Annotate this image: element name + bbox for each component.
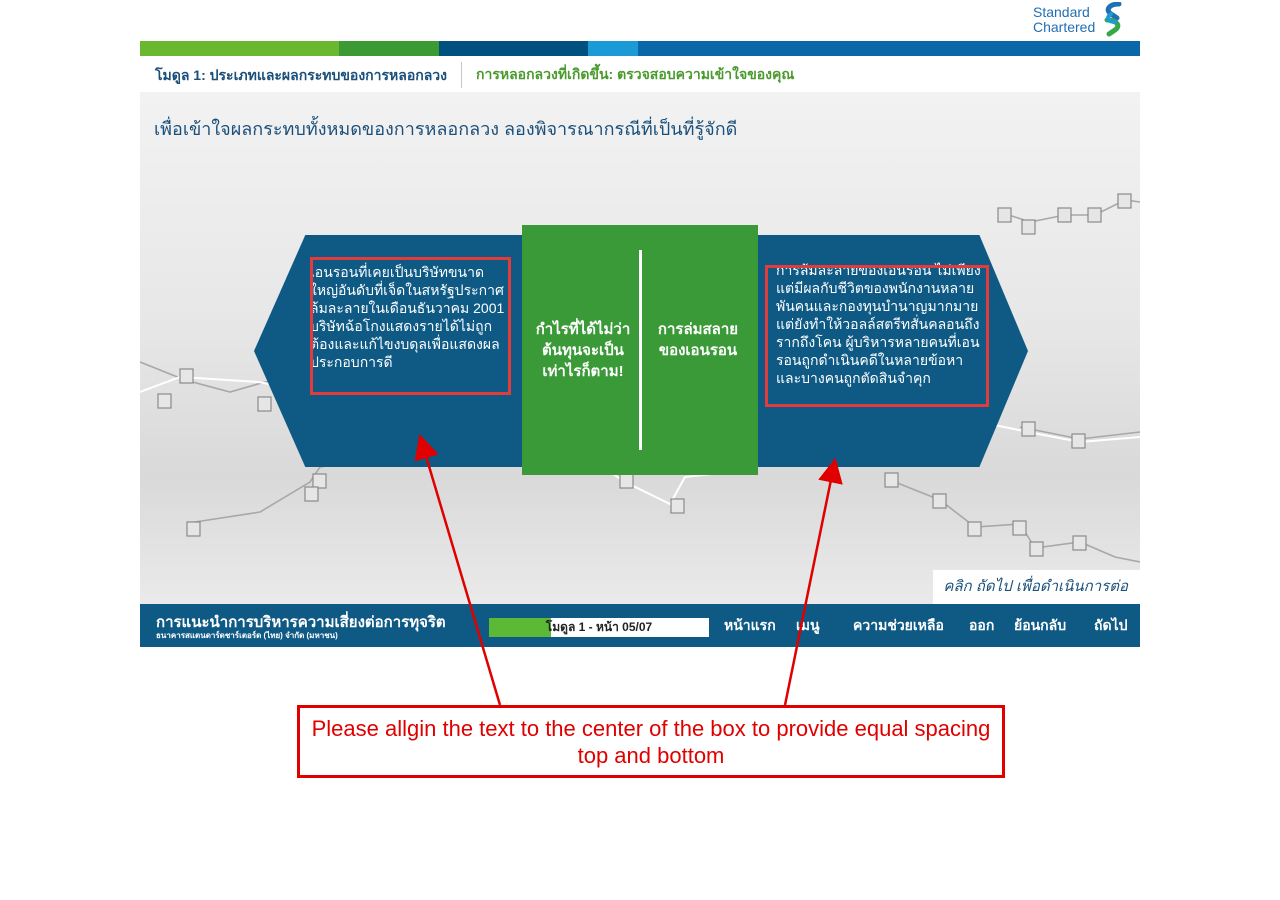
content-stage: เพื่อเข้าใจผลกระทบทั้งหมดของการหลอกลวง ล… [140,92,1140,604]
stripe-segment [439,41,588,56]
stripe-segment [638,41,1140,56]
progress-label: โมดูล 1 - หน้า 05/07 [545,620,653,634]
nav-exit-button[interactable]: ออก [969,604,994,647]
nav-next-button[interactable]: ถัดไป [1094,604,1128,647]
stage-title: เพื่อเข้าใจผลกระทบทั้งหมดของการหลอกลวง ล… [154,119,738,139]
brand-name: Standard Chartered [1033,5,1095,35]
nav-help-button[interactable]: ความช่วยเหลือ [853,604,944,647]
stripe-segment [339,41,439,56]
course-navigation-bar: การแนะนำการบริหารความเสี่ยงต่อการทุจริต … [140,604,1140,647]
profit-at-any-cost-text: กำไรที่ได้ไม่ว่าต้นทุนจะเป็นเท่าไรก็ตาม! [535,321,631,380]
left-text-highlight [310,257,511,395]
continue-prompt: คลิก ถัดไป เพื่อดำเนินการต่อ [933,570,1140,604]
stripe-segment [588,41,638,56]
nav-menu-button[interactable]: เมนู [796,604,820,647]
standard-chartered-logo-icon [1104,2,1122,37]
brand-name-line1: Standard [1033,4,1090,20]
review-comment-box: Please allgin the text to the center of … [297,705,1005,778]
enron-collapse-text: การล่มสลายของเอนรอน [657,321,739,359]
breadcrumb-module: โมดูล 1: ประเภทและผลกระทบของการหลอกลวง [140,61,462,88]
review-comment-text: Please allgin the text to the center of … [311,715,991,768]
breadcrumb-page: การหลอกลวงที่เกิดขึ้น: ตรวจสอบความเข้าใจ… [476,65,795,82]
brand-name-line2: Chartered [1033,19,1096,35]
brand-logo: Standard Chartered [1033,2,1125,38]
progress-bar: โมดูล 1 - หน้า 05/07 [489,618,709,637]
right-text-highlight [765,265,989,407]
center-divider [639,250,642,450]
nav-home-button[interactable]: หน้าแรก [724,604,776,647]
brand-color-stripe [140,41,1140,56]
stripe-segment [140,41,339,56]
course-subtitle: ธนาคารสแตนดาร์ดชาร์เตอร์ด (ไทย) จำกัด (ม… [156,631,338,640]
breadcrumb: โมดูล 1: ประเภทและผลกระทบของการหลอกลวง ก… [140,57,1140,92]
center-green-box: กำไรที่ได้ไม่ว่าต้นทุนจะเป็นเท่าไรก็ตาม!… [522,225,758,475]
nav-back-button[interactable]: ย้อนกลับ [1014,604,1066,647]
